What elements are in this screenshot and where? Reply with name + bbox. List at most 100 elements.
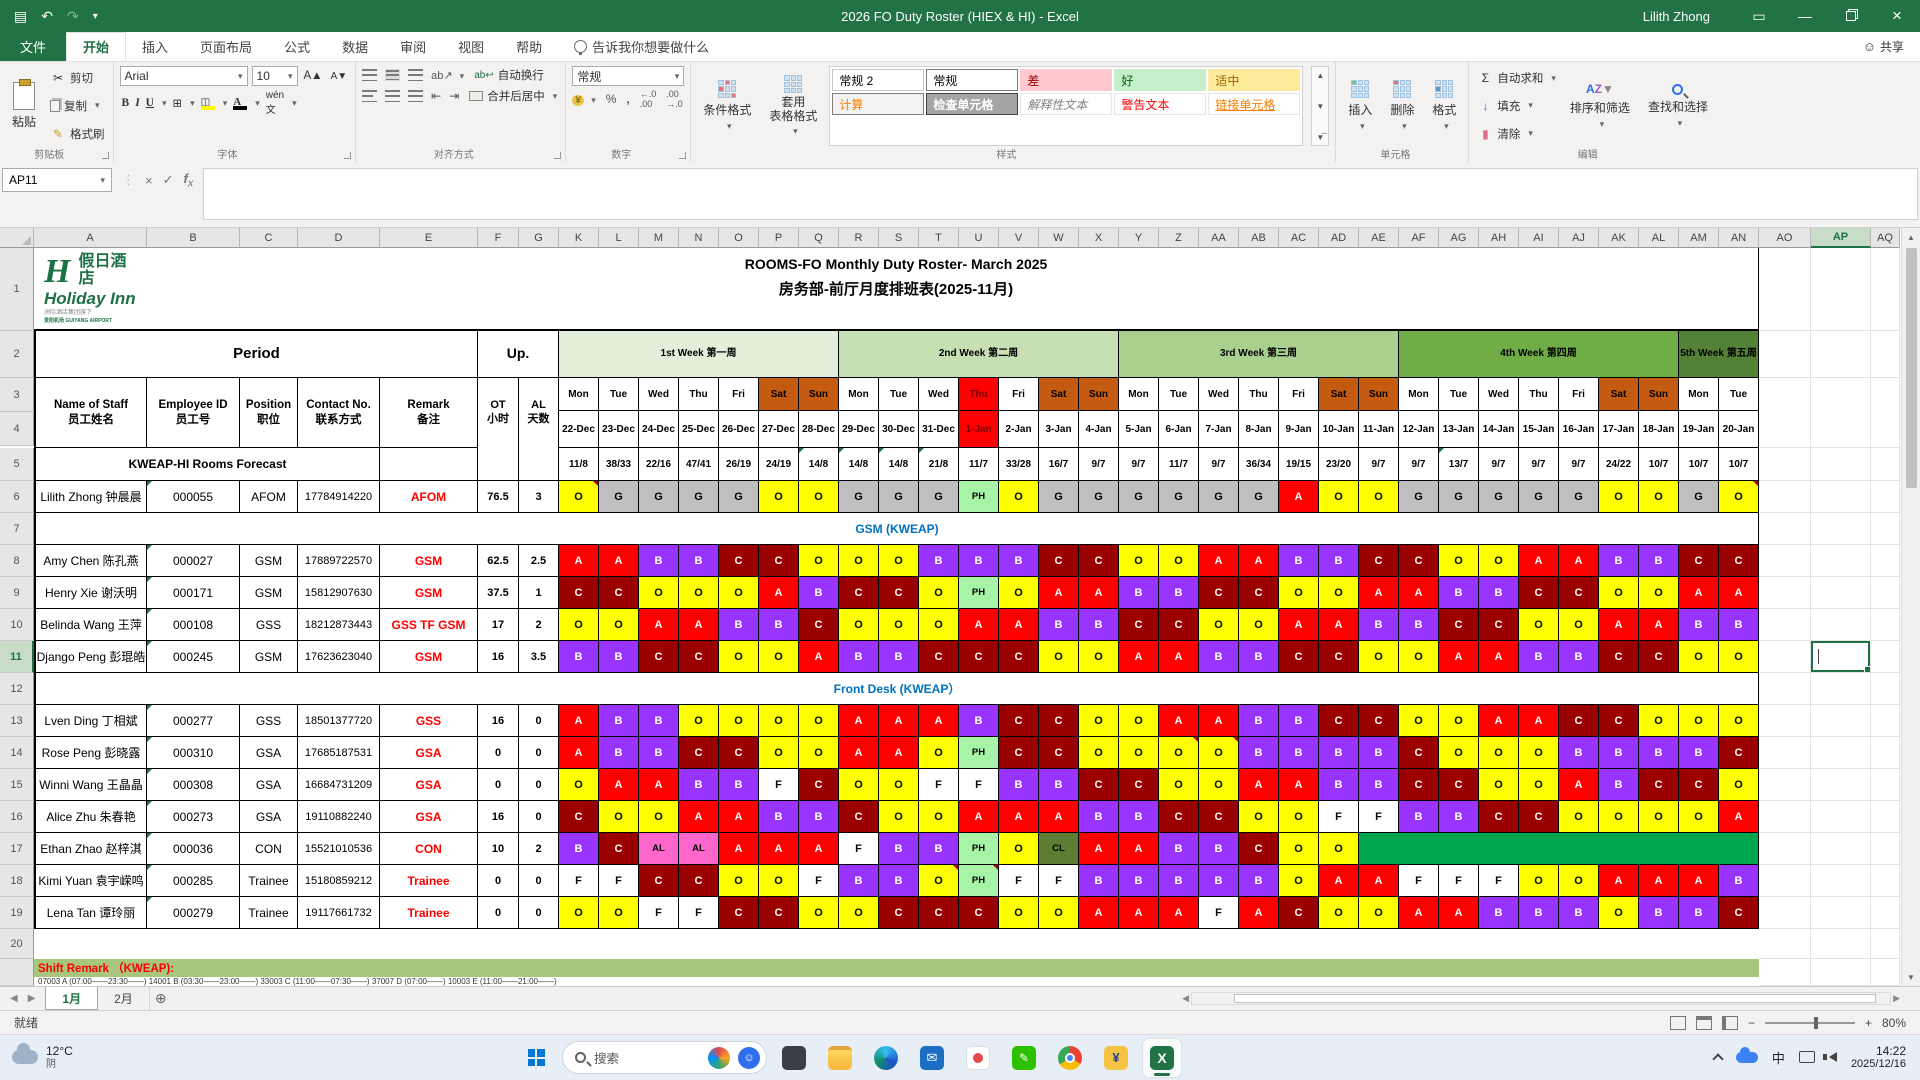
shift-cell[interactable]: B <box>1359 737 1399 769</box>
shift-cell[interactable]: O <box>599 609 639 641</box>
forecast-cell[interactable]: 24/19 <box>759 448 799 481</box>
shift-cell[interactable]: C <box>1159 801 1199 833</box>
empty-cell[interactable] <box>1871 378 1900 448</box>
shift-cell[interactable]: O <box>1399 641 1439 673</box>
row-header-2[interactable]: 2 <box>0 331 34 378</box>
shift-cell[interactable]: B <box>639 545 679 577</box>
shift-cell[interactable]: C <box>1519 801 1559 833</box>
shift-cell[interactable]: O <box>1359 641 1399 673</box>
shift-cell[interactable]: B <box>559 641 599 673</box>
staff-name[interactable]: Lena Tan 谭玲丽 <box>34 897 147 929</box>
staff-ot[interactable]: 76.5 <box>478 481 519 513</box>
shift-cell[interactable]: O <box>1519 865 1559 897</box>
shift-cell[interactable]: O <box>1279 801 1319 833</box>
ribbon-tab-开始[interactable]: 开始 <box>66 32 127 61</box>
staff-contact[interactable]: 19110882240 <box>298 801 380 833</box>
shift-cell[interactable]: G <box>1039 481 1079 513</box>
cell-style-item[interactable]: 常规 <box>926 69 1019 91</box>
forecast-cell[interactable]: 9/7 <box>1479 448 1519 481</box>
column-header-E[interactable]: E <box>380 228 478 248</box>
taskbar-search-input[interactable]: 搜索 ☺ <box>562 1041 767 1074</box>
empty-cell[interactable] <box>1759 673 1811 705</box>
taskbar-app-excel[interactable]: X <box>1143 1038 1181 1077</box>
shift-cell[interactable]: B <box>1519 897 1559 929</box>
close-button[interactable]: × <box>1874 0 1920 32</box>
shift-cell[interactable]: O <box>1599 801 1639 833</box>
shift-cell[interactable]: A <box>999 801 1039 833</box>
shift-cell[interactable]: B <box>1079 865 1119 897</box>
shift-cell[interactable]: A <box>959 609 999 641</box>
shift-cell[interactable]: G <box>1559 481 1599 513</box>
empty-cell[interactable] <box>1759 705 1811 737</box>
staff-remark[interactable]: GSS TF GSM <box>380 609 478 641</box>
shift-cell[interactable]: A <box>799 833 839 865</box>
forecast-cell[interactable]: 24/22 <box>1599 448 1639 481</box>
staff-contact[interactable]: 17623623040 <box>298 641 380 673</box>
shift-cell[interactable]: B <box>799 577 839 609</box>
shift-cell[interactable]: O <box>1359 481 1399 513</box>
shift-cell[interactable]: B <box>999 769 1039 801</box>
shift-cell[interactable]: O <box>1519 609 1559 641</box>
zoom-level[interactable]: 80% <box>1882 1016 1906 1030</box>
shift-cell[interactable]: B <box>1119 865 1159 897</box>
shift-cell[interactable]: B <box>1679 609 1719 641</box>
shift-cell[interactable]: A <box>1679 577 1719 609</box>
staff-position[interactable]: GSM <box>240 641 298 673</box>
staff-al[interactable]: 0 <box>519 737 559 769</box>
shift-cell[interactable]: C <box>1199 577 1239 609</box>
cell-style-item[interactable]: 差 <box>1020 69 1113 91</box>
column-header-AL[interactable]: AL <box>1639 228 1679 248</box>
select-all-corner[interactable] <box>0 228 34 248</box>
column-header-G[interactable]: G <box>519 228 559 248</box>
horizontal-scroll-thumb[interactable] <box>1233 994 1877 1003</box>
shift-cell[interactable]: F <box>759 769 799 801</box>
shift-cell[interactable]: B <box>1439 577 1479 609</box>
shift-cell[interactable]: C <box>799 609 839 641</box>
shift-cell[interactable]: B <box>719 609 759 641</box>
staff-contact[interactable]: 15521010536 <box>298 833 380 865</box>
staff-position[interactable]: CON <box>240 833 298 865</box>
shift-cell[interactable]: O <box>839 897 879 929</box>
row-header-16[interactable]: 16 <box>0 801 34 833</box>
weather-widget[interactable]: 12°C 阴 <box>0 1043 73 1070</box>
signed-in-user[interactable]: Lilith Zhong <box>1643 9 1710 24</box>
scroll-down-icon[interactable]: ▼ <box>1902 968 1920 986</box>
shift-cell[interactable]: O <box>559 769 599 801</box>
shift-cell[interactable]: O <box>1439 545 1479 577</box>
shift-cell[interactable]: O <box>1239 801 1279 833</box>
staff-position[interactable]: GSS <box>240 609 298 641</box>
empty-cell[interactable] <box>1811 577 1871 609</box>
shift-cell[interactable]: O <box>879 609 919 641</box>
row-header-12[interactable]: 12 <box>0 673 34 705</box>
shift-cell[interactable]: B <box>1679 897 1719 929</box>
shift-cell[interactable]: A <box>1359 577 1399 609</box>
staff-contact[interactable]: 18501377720 <box>298 705 380 737</box>
row-header-18[interactable]: 18 <box>0 865 34 897</box>
empty-cell[interactable] <box>1759 331 1811 378</box>
staff-al[interactable]: 0 <box>519 801 559 833</box>
shift-cell[interactable]: C <box>559 577 599 609</box>
shift-cell[interactable]: A <box>999 609 1039 641</box>
shift-cell[interactable]: B <box>1679 737 1719 769</box>
orientation-icon[interactable]: ab↗ ▾ <box>431 69 464 82</box>
gallery-down-icon[interactable]: ▼ <box>1312 98 1328 114</box>
shift-cell[interactable]: O <box>1319 577 1359 609</box>
staff-position[interactable]: AFOM <box>240 481 298 513</box>
column-header-S[interactable]: S <box>879 228 919 248</box>
cell-style-item[interactable]: 解释性文本 <box>1020 93 1113 115</box>
shift-cell[interactable]: C <box>719 897 759 929</box>
paste-button[interactable]: 粘贴 <box>6 66 42 146</box>
ribbon-tab-页面布局[interactable]: 页面布局 <box>184 32 268 61</box>
shift-cell[interactable]: C <box>1399 769 1439 801</box>
shift-cell[interactable]: A <box>1159 705 1199 737</box>
row-header-15[interactable]: 15 <box>0 769 34 801</box>
shift-cell[interactable]: A <box>679 801 719 833</box>
shift-cell[interactable]: C <box>1719 897 1759 929</box>
column-header-AA[interactable]: AA <box>1199 228 1239 248</box>
row-header-9[interactable]: 9 <box>0 577 34 609</box>
zoom-slider[interactable] <box>1764 1016 1855 1029</box>
shift-cell[interactable]: A <box>1439 641 1479 673</box>
shift-cell[interactable]: A <box>599 545 639 577</box>
empty-cell[interactable] <box>1759 609 1811 641</box>
staff-name[interactable]: Alice Zhu 朱春艳 <box>34 801 147 833</box>
